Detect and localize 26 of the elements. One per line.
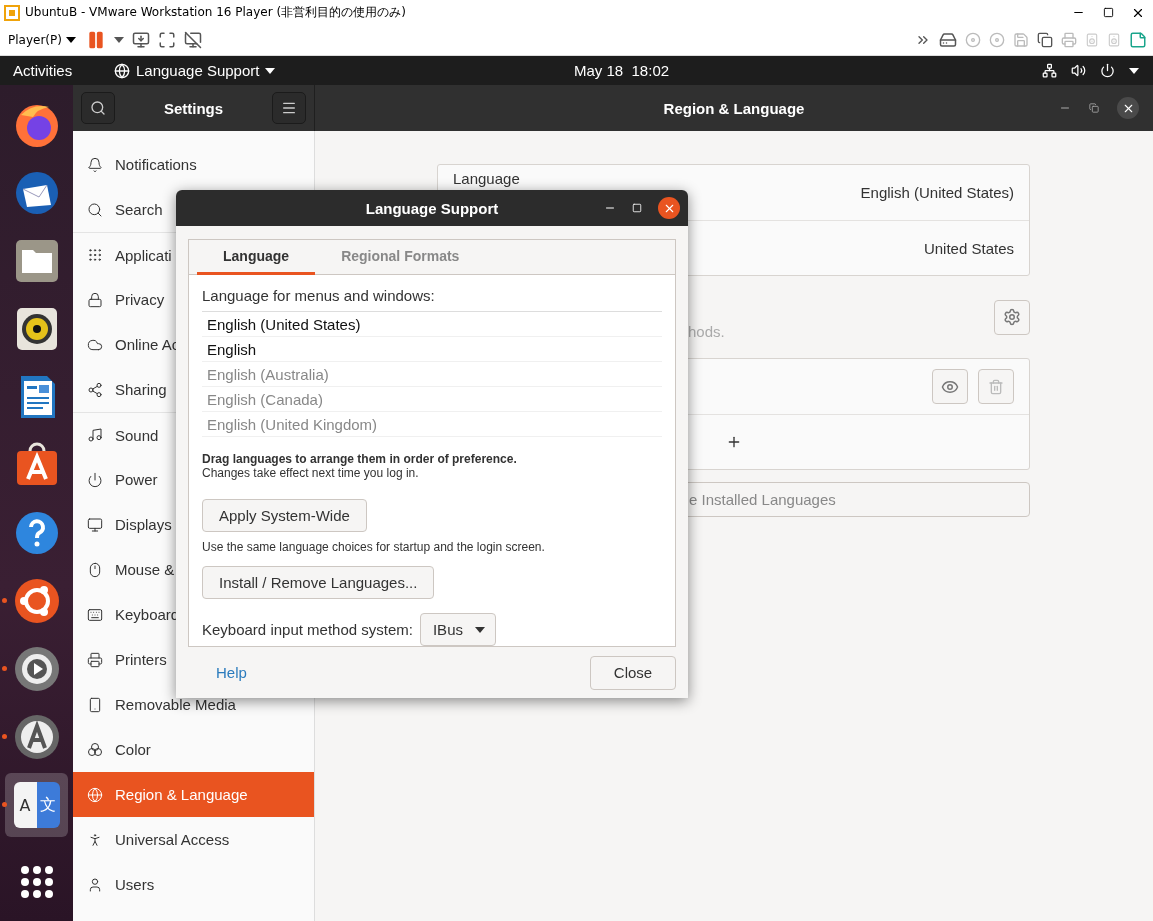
sidebar-label: Search [115, 201, 163, 218]
list-label: Language for menus and windows: [202, 287, 436, 304]
sidebar-label: Region & Language [115, 786, 248, 803]
hint-text: Drag languages to arrange them in order of preference. [202, 452, 518, 466]
apply-note: Use the same language choices for startup and the login screen. [202, 540, 546, 554]
sidebar-label: Notifications [115, 156, 197, 173]
sidebar-label: Applicati [115, 246, 172, 264]
sidebar-label: Sound [115, 426, 159, 444]
sidebar-label: Removable Media [115, 696, 236, 713]
sidebar-label: Universal Access [115, 831, 230, 848]
sidebar-label: Users [115, 876, 155, 893]
sidebar-label: Displays [115, 516, 172, 533]
sidebar-title: Settings [163, 99, 224, 117]
sidebar-label: Privacy [115, 291, 165, 308]
input-description: hods. [688, 322, 725, 340]
sidebar-label: Power [115, 471, 158, 488]
panel-title: Region & Language [663, 99, 805, 117]
keyboard-label: Keyboard input method system: [202, 621, 413, 638]
row-label: Language [453, 169, 520, 187]
sidebar-label: Mouse & [115, 561, 175, 578]
sidebar-label: Sharing [115, 381, 167, 398]
sidebar-label: Printers [115, 651, 167, 668]
sidebar-label: Color [115, 741, 151, 758]
dialog-title: Language Support [365, 199, 499, 217]
hint-text: Changes take effect next time you log in. [202, 466, 420, 480]
window-title: UbuntuB - VMware Workstation 16 Player (非営利目的の使用のみ) [25, 4, 407, 21]
